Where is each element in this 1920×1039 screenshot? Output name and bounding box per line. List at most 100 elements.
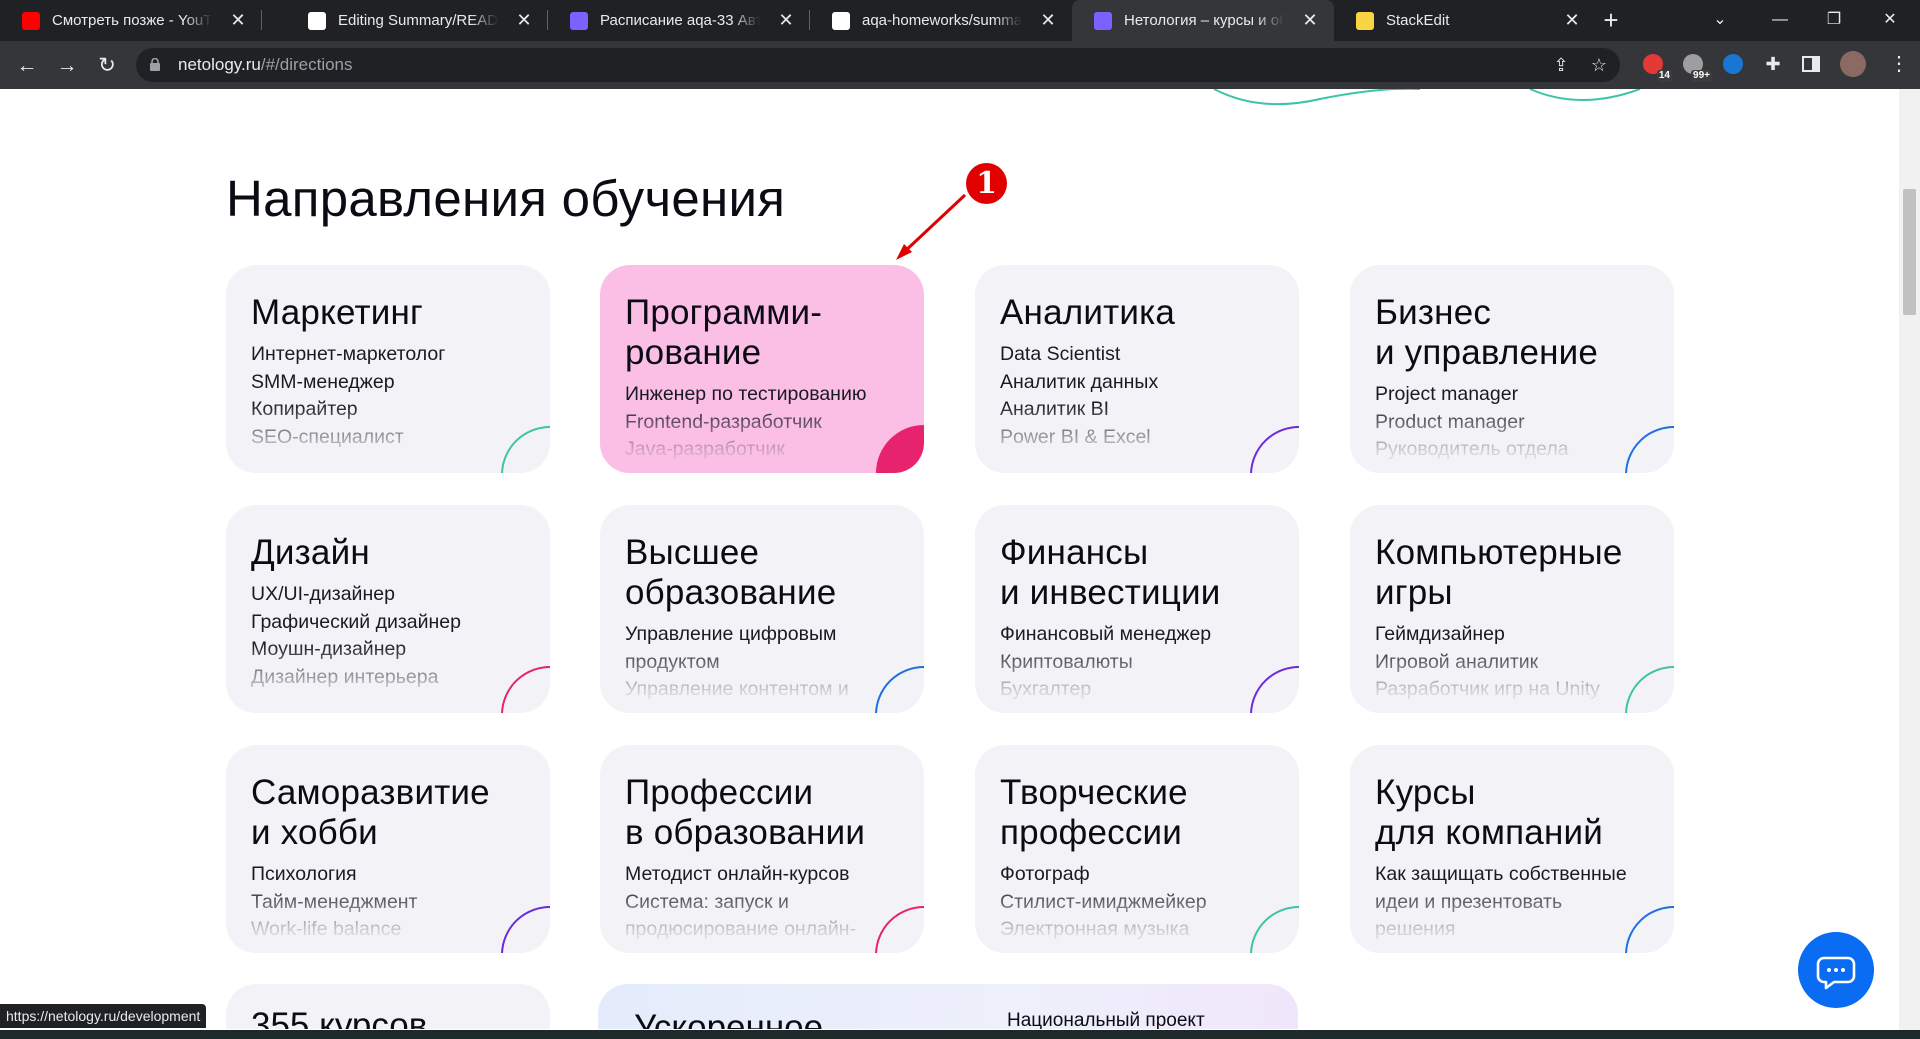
course-link[interactable]: Электронная музыка bbox=[1000, 916, 1207, 944]
course-link[interactable]: Стилист-имиджмейкер bbox=[1000, 889, 1207, 917]
direction-card[interactable]: Саморазвитие и хобби Психология Тайм-менедж… bbox=[226, 745, 550, 953]
browser-tab[interactable]: aqa-homeworks/summary at master ✕ bbox=[810, 0, 1072, 41]
direction-card[interactable]: Профессии в образовании Методист онлайн-ку… bbox=[600, 745, 924, 953]
direction-card[interactable]: Курсы для компаний Как защищать собственны… bbox=[1350, 745, 1674, 953]
extension-badge: 99+ bbox=[1691, 70, 1712, 82]
mail-extension-icon[interactable]: 99+ bbox=[1680, 51, 1712, 82]
direction-card[interactable]: Компьютерные игры Геймдизайнер Игровой анал… bbox=[1350, 505, 1674, 713]
course-link[interactable]: Методист онлайн-курсов bbox=[625, 861, 856, 889]
tab-close-icon[interactable]: ✕ bbox=[1038, 10, 1058, 30]
direction-card-title-line: рование bbox=[625, 333, 762, 372]
scrollbar-thumb[interactable] bbox=[1903, 189, 1916, 315]
address-bar[interactable]: netology.ru/#/directions ⇪ ☆ bbox=[136, 48, 1620, 82]
adblock-extension-icon[interactable]: 14 bbox=[1640, 51, 1672, 82]
direction-card[interactable]: Финансы и инвестиции Финансовый менеджер Кр… bbox=[975, 505, 1299, 713]
course-link[interactable]: Система: запуск и bbox=[625, 889, 856, 917]
course-link[interactable]: Data Scientist bbox=[1000, 341, 1158, 369]
course-link[interactable]: Криптовалюты bbox=[1000, 649, 1211, 677]
browser-menu-icon[interactable]: ⋮ bbox=[1886, 51, 1912, 77]
course-link[interactable]: Инженер по тестированию bbox=[625, 381, 866, 409]
direction-card-title-line: Саморазвитие bbox=[251, 773, 490, 812]
course-link[interactable]: Java-разработчик bbox=[625, 436, 866, 464]
course-link[interactable]: UX/UI-дизайнер bbox=[251, 581, 461, 609]
reload-icon[interactable]: ↻ bbox=[94, 53, 120, 79]
accelerated-learning-banner[interactable]: Ускоренное Национальный проект bbox=[598, 984, 1298, 1029]
course-link[interactable]: Аналитик BI bbox=[1000, 396, 1158, 424]
direction-card-title-line: Профессии bbox=[625, 773, 814, 812]
side-panel-icon[interactable] bbox=[1798, 51, 1824, 77]
new-tab-button[interactable]: + bbox=[1598, 7, 1624, 34]
course-link[interactable]: Бухгалтер bbox=[1000, 676, 1211, 704]
course-link[interactable]: идеи и презентовать bbox=[1375, 889, 1627, 917]
course-link[interactable]: Project manager bbox=[1375, 381, 1569, 409]
course-link[interactable]: Графический дизайнер bbox=[251, 609, 461, 637]
course-link[interactable]: Дизайнер интерьера bbox=[251, 664, 461, 692]
extensions-puzzle-icon[interactable]: ✚ bbox=[1760, 51, 1786, 77]
direction-card[interactable]: Маркетинг Интернет-маркетолог SMM-менеджер… bbox=[226, 265, 550, 473]
course-link[interactable]: Игровой аналитик bbox=[1375, 649, 1600, 677]
course-link[interactable]: Психология bbox=[251, 861, 417, 889]
tab-close-icon[interactable]: ✕ bbox=[514, 10, 534, 30]
back-arrow-icon[interactable]: ← bbox=[14, 53, 40, 79]
browser-tab[interactable]: Нетология – курсы и обучение ✕ bbox=[1072, 0, 1334, 41]
course-link[interactable]: продуктом bbox=[625, 649, 849, 677]
tab-title: Editing Summary/README.md bbox=[338, 12, 498, 30]
course-link[interactable]: SMM-менеджер bbox=[251, 369, 445, 397]
course-link[interactable]: Frontend-разработчик bbox=[625, 409, 866, 437]
course-link[interactable]: Product manager bbox=[1375, 409, 1569, 437]
tab-close-icon[interactable]: ✕ bbox=[1562, 10, 1582, 30]
bookmark-star-icon[interactable]: ☆ bbox=[1588, 54, 1610, 76]
tab-close-icon[interactable]: ✕ bbox=[1300, 10, 1320, 30]
browser-tab[interactable]: StackEdit ✕ bbox=[1334, 0, 1596, 41]
course-link[interactable]: Фотограф bbox=[1000, 861, 1207, 889]
course-link[interactable]: решения bbox=[1375, 916, 1627, 944]
course-link[interactable]: Финансовый менеджер bbox=[1000, 621, 1211, 649]
course-link[interactable]: продюсирование онлайн- bbox=[625, 916, 856, 944]
course-link[interactable]: Геймдизайнер bbox=[1375, 621, 1600, 649]
direction-card[interactable]: Программи-рование Инженер по тестированию… bbox=[600, 265, 924, 473]
profile-avatar[interactable] bbox=[1840, 51, 1866, 77]
course-link[interactable]: Разработчик игр на Unity bbox=[1375, 676, 1600, 704]
course-link[interactable]: Power BI & Excel bbox=[1000, 424, 1158, 452]
direction-card[interactable]: Аналитика Data Scientist Аналитик данных Ан… bbox=[975, 265, 1299, 473]
courses-count-card[interactable]: 355 курсов bbox=[226, 984, 550, 1029]
annotation-arrow bbox=[896, 193, 967, 260]
share-icon[interactable]: ⇪ bbox=[1550, 54, 1572, 76]
direction-card-title: Курсы для компаний bbox=[1375, 773, 1603, 853]
course-link[interactable]: Управление цифровым bbox=[625, 621, 849, 649]
course-link[interactable]: Руководитель отдела bbox=[1375, 436, 1569, 464]
course-link[interactable]: Копирайтер bbox=[251, 396, 445, 424]
direction-card-title-line: в образовании bbox=[625, 813, 866, 852]
minimize-icon[interactable]: — bbox=[1760, 8, 1800, 32]
course-link[interactable]: Тайм-менеджмент bbox=[251, 889, 417, 917]
tab-search-icon[interactable]: ⌄ bbox=[1700, 8, 1740, 32]
direction-card-course-list: Как защищать собственные идеи и презентов… bbox=[1375, 861, 1627, 944]
direction-card[interactable]: Дизайн UX/UI-дизайнер Графический дизайнер… bbox=[226, 505, 550, 713]
page-scrollbar[interactable] bbox=[1899, 89, 1920, 1039]
course-link[interactable]: SEO-специалист bbox=[251, 424, 445, 452]
browser-tab[interactable]: Editing Summary/README.md ✕ bbox=[286, 0, 548, 41]
tab-close-icon[interactable]: ✕ bbox=[776, 10, 796, 30]
chat-button[interactable] bbox=[1798, 932, 1874, 1008]
course-link[interactable]: Аналитик данных bbox=[1000, 369, 1158, 397]
tab-close-icon[interactable]: ✕ bbox=[228, 10, 248, 30]
course-link[interactable]: Моушн-дизайнер bbox=[251, 636, 461, 664]
direction-card-title-line: Маркетинг bbox=[251, 293, 423, 332]
course-link[interactable]: Интернет-маркетолог bbox=[251, 341, 445, 369]
browser-tab[interactable]: Смотреть позже - YouTube ✕ bbox=[0, 0, 262, 41]
restore-icon[interactable]: ❐ bbox=[1814, 8, 1854, 32]
course-link[interactable]: Work-life balance bbox=[251, 916, 417, 944]
direction-card[interactable]: Творческие профессии Фотограф Стилист-имидж… bbox=[975, 745, 1299, 953]
course-link[interactable]: Как защищать собственные bbox=[1375, 861, 1627, 889]
infinity-extension-icon[interactable] bbox=[1720, 51, 1746, 77]
direction-card-course-list: Финансовый менеджер Криптовалюты Бухгалтер bbox=[1000, 621, 1211, 704]
tab-title: Расписание aqa-33 Автоматизация bbox=[600, 12, 760, 30]
direction-card[interactable]: Бизнес и управление Project manager Product… bbox=[1350, 265, 1674, 473]
close-window-icon[interactable]: ✕ bbox=[1870, 8, 1910, 32]
course-link[interactable]: Управление контентом и bbox=[625, 676, 849, 704]
direction-card-title-line: и инвестиции bbox=[1000, 573, 1221, 612]
direction-card[interactable]: Высшее образование Управление цифровым прод… bbox=[600, 505, 924, 713]
browser-tab[interactable]: Расписание aqa-33 Автоматизация ✕ bbox=[548, 0, 810, 41]
direction-card-title: Финансы и инвестиции bbox=[1000, 533, 1220, 613]
forward-arrow-icon[interactable]: → bbox=[54, 53, 80, 79]
